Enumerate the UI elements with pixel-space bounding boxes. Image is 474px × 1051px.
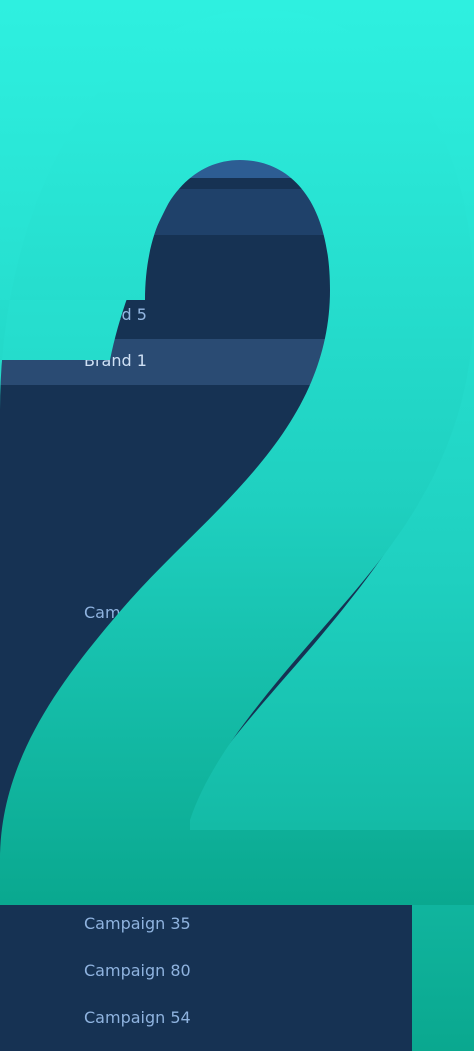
group-label: Brand 1 (84, 823, 136, 838)
brand-group-collapsed[interactable]: Brand 4 (60, 759, 300, 783)
search-input[interactable] (110, 201, 374, 225)
catalog-label: Каталог (82, 133, 151, 152)
campaign-item[interactable]: Campaign 28 (84, 695, 191, 714)
catalog-nav-item[interactable]: Каталог (0, 106, 412, 178)
group-label: Brand 4 (84, 759, 136, 774)
app-logo (56, 46, 78, 84)
list-icon (36, 134, 56, 148)
chevron-right-icon (64, 764, 71, 774)
scrollbar[interactable] (399, 282, 404, 412)
campaign-item[interactable]: Campaign 80 (84, 961, 191, 980)
brand-label: Brand 1 (84, 351, 147, 370)
campaign-item[interactable]: Campaign 16 (84, 603, 191, 622)
pin-icon[interactable] (378, 308, 392, 322)
chevron-down-icon (62, 830, 72, 837)
content-panel-strip (412, 68, 474, 580)
campaign-item[interactable]: Campaign 23 (84, 649, 191, 668)
campaign-item[interactable]: Campaign (84, 868, 165, 887)
campaign-row-selected[interactable] (0, 857, 400, 901)
search-box[interactable] (64, 189, 390, 235)
pin-icon[interactable] (378, 262, 392, 276)
pinned-brand-row[interactable]: Brand 7 (0, 247, 400, 293)
pin-icon[interactable] (378, 354, 392, 368)
pinned-count: 6/24 (356, 417, 386, 432)
sidebar: Viewability Каталог Brand 7 Brand 5 B (0, 0, 412, 1051)
brand-group-expanded[interactable]: Brand 1 (60, 823, 300, 847)
brand-label: Brand 5 (84, 305, 147, 324)
app-title: Viewability (92, 44, 209, 68)
pinned-brand-row[interactable]: Brand 5 (0, 293, 400, 339)
pinned-brand-row[interactable]: Brand 1 (0, 339, 400, 385)
campaign-item[interactable]: Campaign 54 (84, 1008, 191, 1027)
campaign-item[interactable]: Campaign 35 (84, 914, 191, 933)
search-icon (85, 204, 101, 220)
brand-label: Brand 7 (84, 259, 147, 278)
app-header: Viewability (0, 0, 412, 105)
